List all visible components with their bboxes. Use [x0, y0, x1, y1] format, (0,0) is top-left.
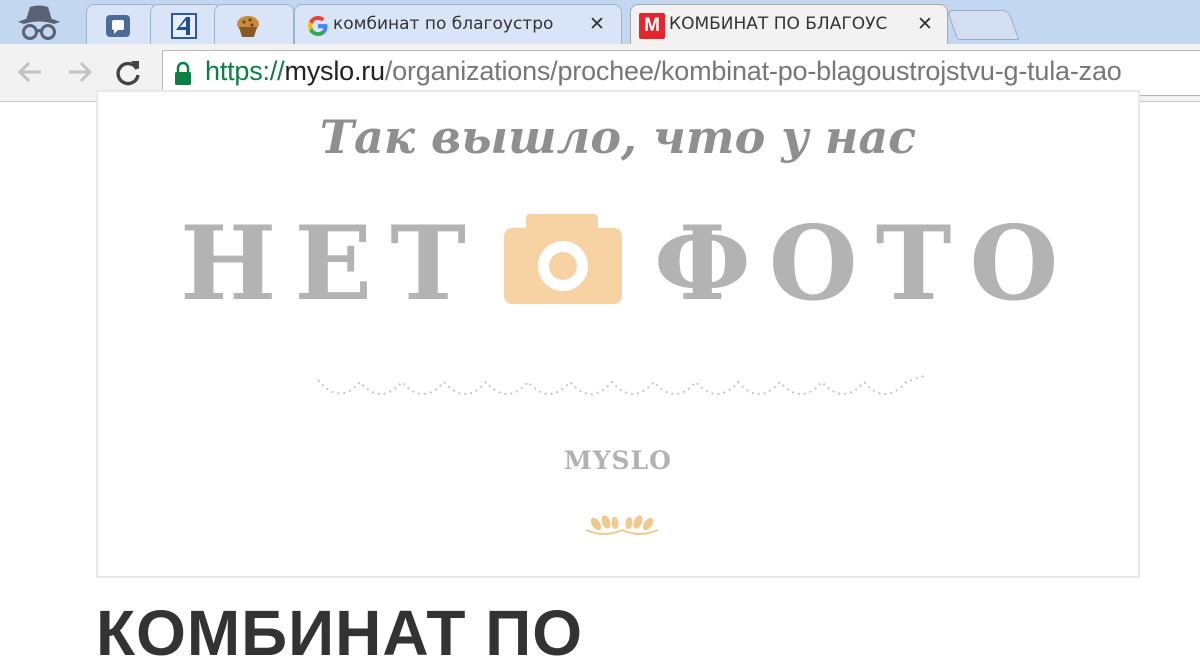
no-photo-placeholder: Так вышло, что у нас НЕТ ФОТО MYSLO: [96, 90, 1140, 578]
camera-icon: [504, 214, 622, 304]
reload-icon[interactable]: [112, 56, 144, 88]
chat-app-icon: [106, 15, 130, 37]
url-host: myslo.ru: [284, 56, 385, 86]
placeholder-slogan: Так вышло, что у нас: [319, 110, 917, 164]
tab-channel-4[interactable]: [150, 4, 222, 44]
new-tab-button[interactable]: [946, 10, 1020, 40]
url-scheme: https://: [205, 56, 285, 86]
tab-strip: комбинат по благоустро ✕ M КОМБИНАТ ПО Б…: [0, 0, 1200, 44]
photo-word: ФОТО: [654, 204, 1077, 324]
tab-label: КОМБИНАТ ПО БЛАГОУС: [669, 14, 888, 34]
tab-label: комбинат по благоустро: [333, 14, 554, 34]
scallop-divider: [317, 375, 925, 395]
page-title: КОМБИНАТ ПО: [96, 597, 584, 669]
google-icon: [308, 16, 328, 36]
channel-4-icon: [171, 13, 197, 39]
myslo-icon: M: [639, 13, 665, 39]
laurel-icon: [585, 515, 659, 535]
close-tab-icon[interactable]: ✕: [915, 12, 935, 36]
close-tab-icon[interactable]: ✕: [587, 12, 607, 36]
tab-google-search[interactable]: комбинат по благоустро ✕: [294, 4, 622, 44]
tab-muffin[interactable]: [214, 4, 294, 44]
back-arrow-icon[interactable]: [14, 56, 46, 88]
lock-icon: [175, 61, 191, 85]
no-word: НЕТ: [180, 204, 485, 324]
url-text: https://myslo.ru/organizations/prochee/k…: [205, 56, 1122, 87]
muffin-icon: [237, 16, 259, 37]
brand-label: MYSLO: [564, 446, 672, 475]
forward-arrow-icon[interactable]: [64, 56, 96, 88]
url-path: /organizations/prochee/kombinat-po-blago…: [384, 56, 1122, 86]
tab-myslo[interactable]: M КОМБИНАТ ПО БЛАГОУС ✕: [630, 4, 948, 44]
tab-chat-app[interactable]: [86, 4, 158, 44]
incognito-icon: [18, 5, 60, 40]
